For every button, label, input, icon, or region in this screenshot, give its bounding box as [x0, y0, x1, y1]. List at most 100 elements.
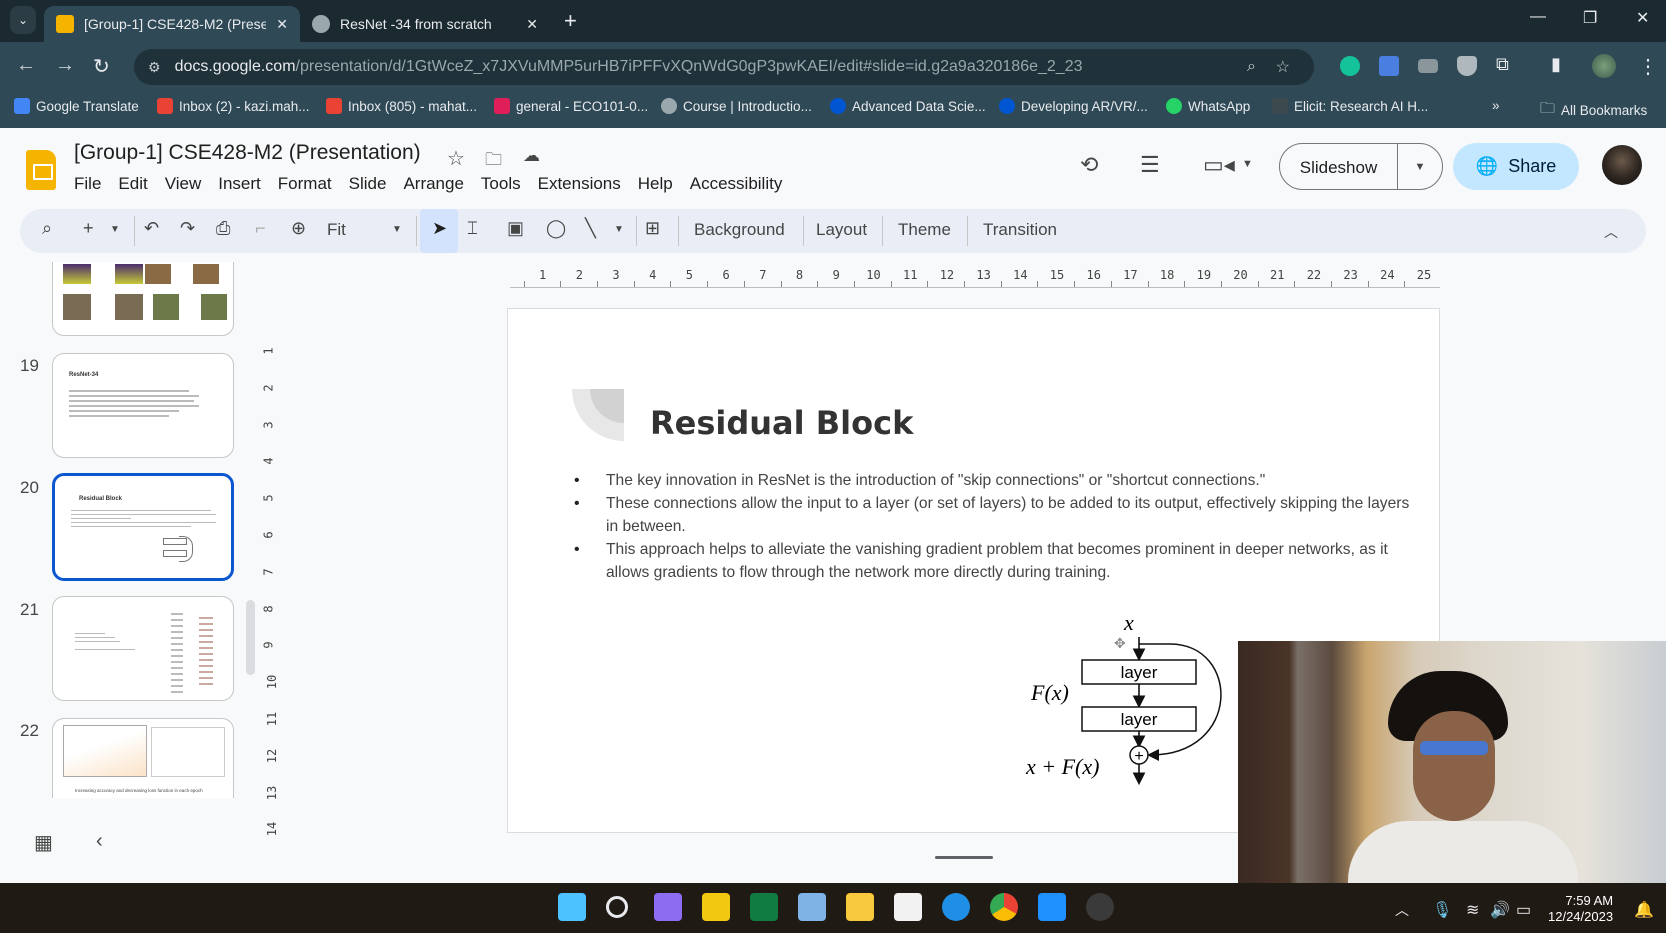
edge-icon[interactable]: [942, 893, 970, 921]
close-tab-icon[interactable]: ✕: [526, 16, 538, 33]
google-slides-logo[interactable]: [26, 150, 56, 190]
insert-image-icon[interactable]: ▣: [507, 218, 524, 239]
bookmark-developing-ar-vr[interactable]: Developing AR/VR/...: [999, 98, 1148, 114]
account-avatar[interactable]: [1602, 145, 1642, 185]
slide-thumbnail-20-selected[interactable]: Residual Block: [52, 473, 234, 581]
transition-button[interactable]: Transition: [983, 220, 1057, 240]
browser-tab[interactable]: ResNet -34 from scratch ✕: [300, 6, 550, 42]
undo-icon[interactable]: ↶: [144, 218, 159, 239]
search-icon[interactable]: [606, 896, 628, 918]
profile-avatar[interactable]: [1592, 54, 1616, 78]
performance-monitor-icon[interactable]: [798, 893, 826, 921]
slideshow-dropdown-icon[interactable]: ▼: [1398, 161, 1442, 173]
file-explorer-icon[interactable]: [846, 893, 874, 921]
bookmark-elicit[interactable]: Elicit: Research AI H...: [1272, 98, 1428, 114]
notification-bell-icon[interactable]: 🔔: [1634, 900, 1654, 920]
show-hidden-icons[interactable]: ︿: [1395, 900, 1409, 920]
slide-thumbnail-18[interactable]: [52, 262, 234, 336]
slideshow-label[interactable]: Slideshow: [1280, 144, 1398, 189]
menu-arrange[interactable]: Arrange: [403, 174, 463, 194]
menu-accessibility[interactable]: Accessibility: [690, 174, 783, 194]
collapse-toolbar-icon[interactable]: ︿: [1604, 222, 1618, 242]
system-clock[interactable]: 7:59 AM 12/24/2023: [1548, 893, 1613, 925]
horizontal-ruler[interactable]: 1 2 3 4 5 6 7 8 9 10 11 12 13 14 15 16 17 18 19 20 21 22 23 24 2…: [510, 268, 1440, 288]
new-tab-button[interactable]: +: [564, 8, 577, 34]
line-icon[interactable]: ╲: [585, 218, 596, 239]
microsoft-store-icon[interactable]: [894, 893, 922, 921]
theme-button[interactable]: Theme: [898, 220, 951, 240]
all-bookmarks[interactable]: 🗀 All Bookmarks: [1540, 98, 1647, 123]
bookmark-google-translate[interactable]: Google Translate: [14, 98, 139, 114]
menu-tools[interactable]: Tools: [481, 174, 521, 194]
star-icon[interactable]: ☆: [447, 146, 465, 171]
slide-thumbnail-21[interactable]: [52, 596, 234, 701]
slide-thumbnail-19[interactable]: ResNet-34: [52, 353, 234, 458]
slideshow-button[interactable]: Slideshow ▼: [1279, 143, 1443, 190]
meet-camera-icon[interactable]: ▭◂: [1203, 152, 1235, 178]
side-panel-icon[interactable]: ▮: [1551, 54, 1561, 75]
version-history-icon[interactable]: ⟲: [1080, 152, 1098, 178]
vscode-icon[interactable]: [1038, 893, 1066, 921]
tab-search-button[interactable]: ⌄: [10, 6, 36, 34]
bookmark-general-eco101[interactable]: general - ECO101-0...: [494, 98, 648, 114]
grammarly-extension-icon[interactable]: [1340, 56, 1360, 76]
bookmark-whatsapp[interactable]: WhatsApp: [1166, 98, 1250, 114]
chrome-icon[interactable]: [990, 893, 1018, 921]
extensions-puzzle-icon[interactable]: ⧉: [1496, 54, 1509, 75]
shape-icon[interactable]: ◯: [546, 218, 566, 239]
site-info-icon[interactable]: ⚙: [148, 59, 161, 76]
bookmark-inbox-mahat[interactable]: Inbox (805) - mahat...: [326, 98, 477, 114]
bookmark-advanced-data-science[interactable]: Advanced Data Scie...: [830, 98, 986, 114]
print-icon[interactable]: ⎙: [216, 218, 230, 239]
redo-icon[interactable]: ↷: [180, 218, 195, 239]
menu-view[interactable]: View: [165, 174, 202, 194]
speaker-notes-handle[interactable]: [935, 856, 993, 859]
forward-icon[interactable]: →: [55, 54, 75, 77]
line-dropdown-icon[interactable]: ▼: [614, 224, 624, 235]
residual-block-diagram[interactable]: x layer layer + F(x) x + F(x) ✥: [1010, 610, 1250, 795]
filmstrip-scrollbar[interactable]: [246, 600, 255, 675]
zoom-icon[interactable]: ⊕: [291, 218, 306, 239]
meet-dropdown-icon[interactable]: ▼: [1242, 158, 1253, 170]
bookmark-course[interactable]: Course | Introductio...: [661, 98, 812, 114]
new-slide-icon[interactable]: +: [83, 218, 94, 239]
screen-capture-extension-icon[interactable]: [1418, 59, 1438, 73]
grid-view-icon[interactable]: ▦: [34, 830, 53, 855]
vertical-ruler[interactable]: 1 2 3 4 5 6 7 8 9 10 11 12 13 14: [262, 308, 283, 836]
menu-edit[interactable]: Edit: [118, 174, 147, 194]
search-menus-icon[interactable]: ⌕: [42, 218, 52, 239]
bookmark-inbox-kazi[interactable]: Inbox (2) - kazi.mah...: [157, 98, 310, 114]
reload-icon[interactable]: ↻: [93, 54, 110, 79]
background-button[interactable]: Background: [694, 220, 785, 240]
document-title[interactable]: [Group-1] CSE428-M2 (Presentation): [74, 141, 421, 165]
more-bookmarks-icon[interactable]: »: [1492, 98, 1500, 113]
new-slide-dropdown-icon[interactable]: ▼: [110, 224, 120, 235]
share-button[interactable]: 🌐 Share: [1453, 143, 1579, 190]
battery-icon[interactable]: ▭: [1516, 900, 1531, 920]
layout-button[interactable]: Layout: [816, 220, 867, 240]
google-docs-extension-icon[interactable]: [1379, 56, 1399, 76]
slide-title[interactable]: Residual Block: [650, 404, 913, 442]
zoom-dropdown-icon[interactable]: ▼: [392, 224, 402, 235]
browser-tab-active[interactable]: [Group-1] CSE428-M2 (Presenta ✕: [44, 6, 300, 42]
chrome-menu-icon[interactable]: ⋮: [1638, 54, 1658, 79]
collapse-filmstrip-icon[interactable]: ‹: [96, 830, 103, 853]
back-icon[interactable]: ←: [16, 54, 36, 77]
menu-format[interactable]: Format: [278, 174, 332, 194]
restore-icon[interactable]: ❐: [1583, 8, 1597, 28]
zoom-select[interactable]: Fit: [327, 220, 346, 240]
address-bar[interactable]: ⚙ docs.google.com/presentation/d/1GtWceZ…: [134, 49, 1314, 85]
excel-icon[interactable]: [750, 893, 778, 921]
copilot-icon[interactable]: [654, 893, 682, 921]
menu-help[interactable]: Help: [638, 174, 673, 194]
text-box-icon[interactable]: ⌶: [467, 218, 478, 239]
menu-insert[interactable]: Insert: [218, 174, 261, 194]
move-folder-icon[interactable]: 🗀: [485, 147, 502, 176]
close-tab-icon[interactable]: ✕: [276, 16, 288, 33]
power-bi-icon[interactable]: [702, 893, 730, 921]
add-comment-icon[interactable]: ⊞: [645, 218, 660, 239]
obs-icon[interactable]: [1086, 893, 1114, 921]
shield-extension-icon[interactable]: [1457, 56, 1477, 76]
paint-format-icon[interactable]: ⌐: [255, 218, 266, 239]
slide-bullet-list[interactable]: The key innovation in ResNet is the intr…: [572, 469, 1412, 584]
